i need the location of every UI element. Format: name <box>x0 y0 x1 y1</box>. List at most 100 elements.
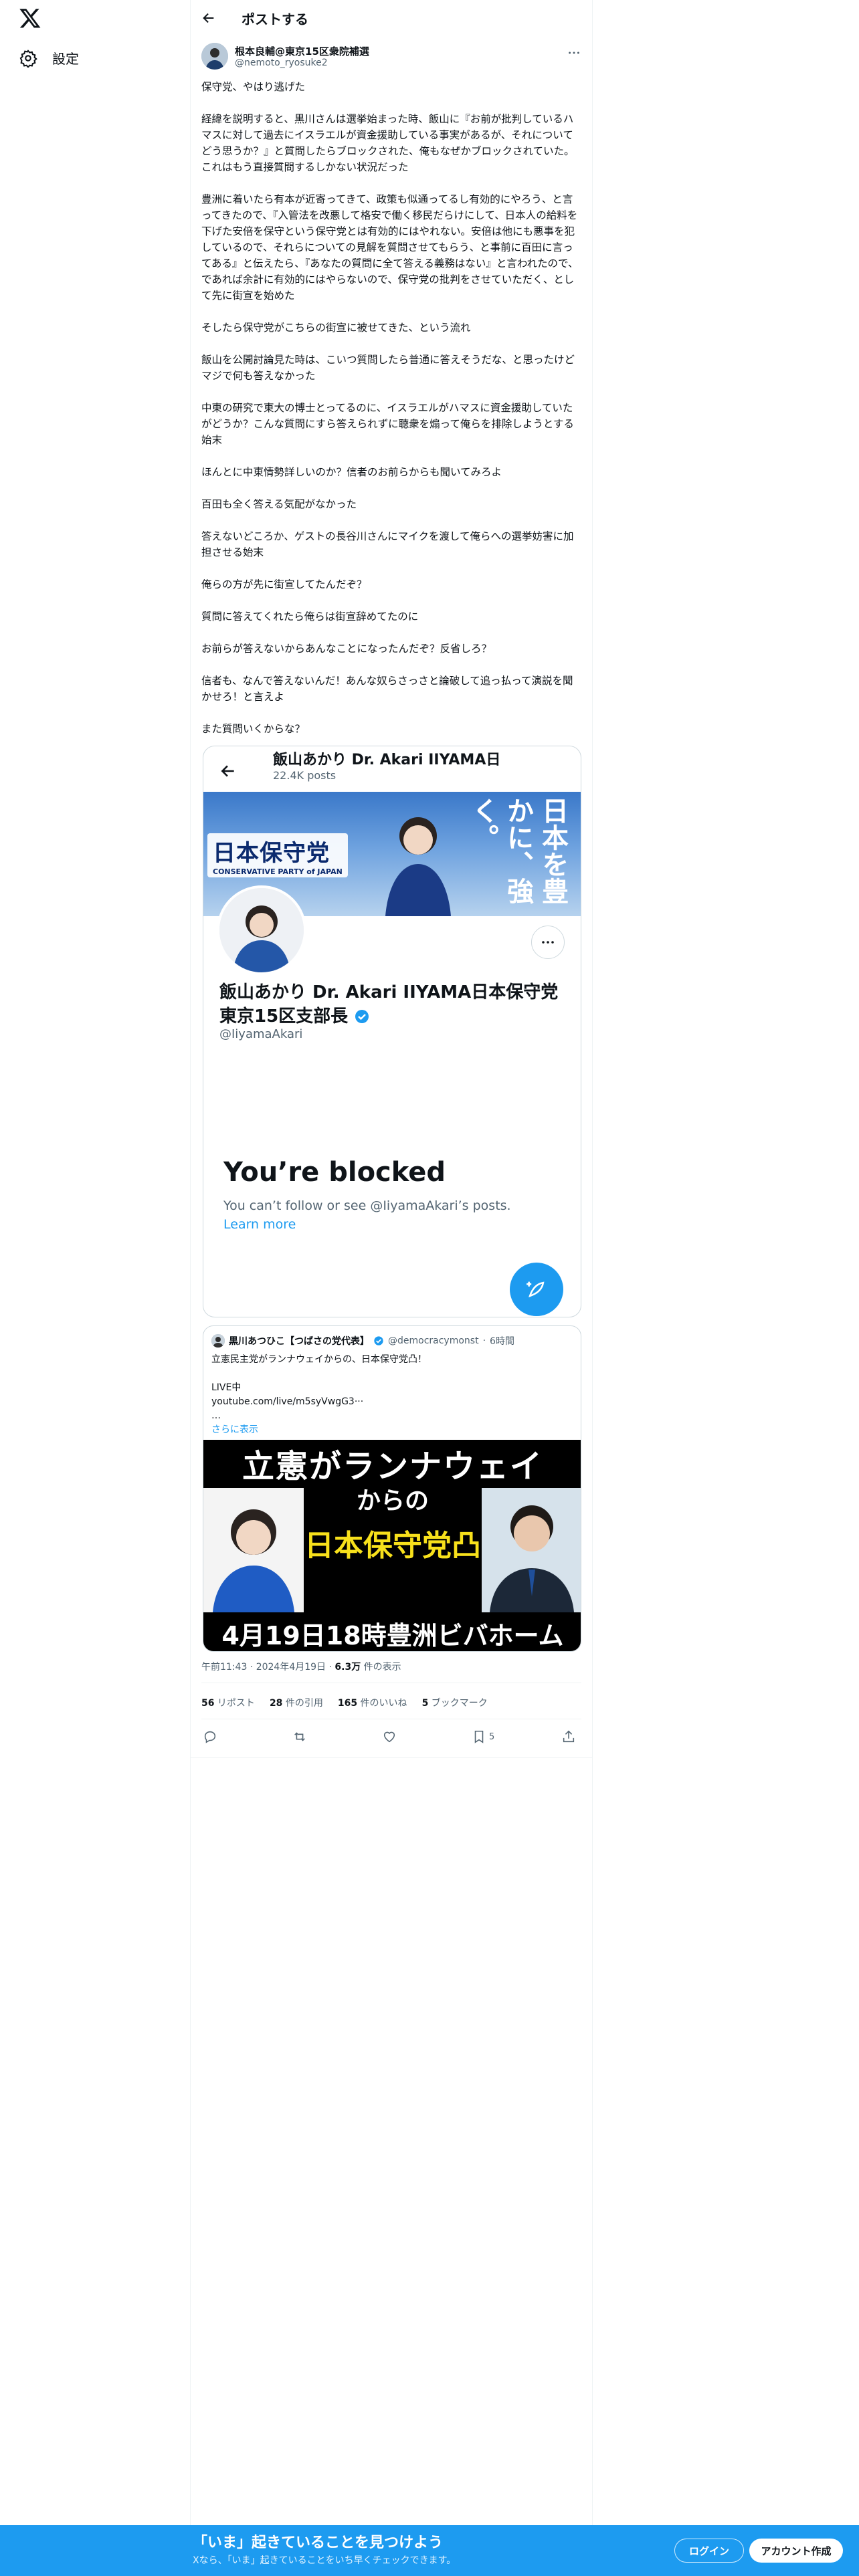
author-handle[interactable]: @nemoto_ryosuke2 <box>235 58 328 68</box>
quoted-line <box>211 1367 573 1381</box>
post-paragraph: 中東の研究で東大の博士とってるのに、イスラエルがハマスに資金援助していたがどうか… <box>201 402 574 446</box>
like-button[interactable] <box>382 1729 397 1744</box>
signup-banner: 「いま」起きていることを見つけよう Xなら、「いま」起きていることをいち早くチェ… <box>0 2525 859 2576</box>
party-logo: 日本保守党 CONSERVATIVE PARTY of JAPAN <box>207 833 348 877</box>
posts-count: 22.4K posts <box>273 769 337 782</box>
person-icon <box>201 43 228 70</box>
separator-dot: · <box>482 1335 486 1346</box>
post-paragraph: お前らが答えないからあんなことになったんだぞ？反省しろ？ <box>201 643 492 655</box>
show-more-link[interactable]: さらに表示 <box>211 1423 573 1437</box>
thumb-person-left <box>203 1488 304 1612</box>
blocked-title: You’re blocked <box>223 1157 446 1188</box>
post-timestamp[interactable]: 午前11:43 · 2024年4月19日 · <box>201 1662 335 1673</box>
blocked-subtitle: You can’t follow or see @IiyamaAkari’s p… <box>223 1198 511 1213</box>
profile-header: 飯山あかり Dr. Akari IIYAMA日 22.4K posts <box>203 746 581 792</box>
post-paragraph: 答えないどころか、ゲストの長谷川さんにマイクを渡して俺らへの選挙妨害に加担させる… <box>201 530 574 558</box>
thumb-line-4: 4月19日18時豊洲ビバホーム <box>221 1621 564 1650</box>
display-name-text: 飯山あかり Dr. Akari IIYAMA日本保守党東京15区支部長 <box>219 982 559 1027</box>
post-paragraph: ほんとに中東情勢詳しいのか？信者のお前らからも聞いてみろよ <box>201 466 502 478</box>
bookmarks-stat[interactable]: 5 ブックマーク <box>422 1696 488 1709</box>
profile-name: 飯山あかり Dr. Akari IIYAMA日 <box>273 752 501 768</box>
person-icon <box>211 1334 225 1348</box>
reply-button[interactable] <box>203 1729 217 1744</box>
reposts-label: リポスト <box>214 1698 255 1709</box>
create-account-button[interactable]: アカウント作成 <box>749 2539 843 2563</box>
bookmarks-count: 5 <box>421 1698 429 1709</box>
quoted-author-handle: @democracymonst <box>388 1335 479 1346</box>
post-paragraph: 飯山を公開討論見た時は、こいつ質問したら普通に答えそうだな、と思ったけどマジで何… <box>201 354 575 382</box>
quoted-post[interactable]: 黒川あつひこ【つばさの党代表】 @democracymonst · 6時間 立憲… <box>203 1325 581 1652</box>
main-column: ポストする 根本良輔@東京15区衆院補選 @nemoto_ryosuke2 保守… <box>190 0 593 2576</box>
banner-slogan: 日本を豊かに、強く。 <box>468 797 569 904</box>
post-paragraph: そしたら保守党がこちらの街宣に被せてきた、という流れ <box>201 322 471 334</box>
quoted-line: youtube.com/live/m5syVwgG3··· <box>211 1396 364 1407</box>
views-count: 6.3万 <box>335 1662 361 1673</box>
thumb-person-right <box>482 1488 581 1612</box>
quoted-text: 立憲民主党がランナウェイからの、日本保守党凸！ LIVE中 youtube.co… <box>211 1353 573 1437</box>
likes-label: 件のいいね <box>357 1698 407 1709</box>
quoted-avatar <box>211 1334 225 1348</box>
person-icon <box>203 1488 304 1612</box>
quoted-post-header: 黒川あつひこ【つばさの党代表】 @democracymonst · 6時間 <box>211 1334 514 1348</box>
quoted-author-name: 黒川あつひこ【つばさの党代表】 <box>229 1336 369 1347</box>
x-logo-icon[interactable] <box>19 7 41 29</box>
banner-title: 「いま」起きていることを見つけよう <box>193 2535 444 2551</box>
thumb-line-1: 立憲がランナウェイ <box>242 1448 543 1485</box>
left-rail: 設定 <box>0 0 190 2576</box>
party-name-en: CONSERVATIVE PARTY of JAPAN <box>213 867 343 876</box>
views-label: 件の表示 <box>361 1662 401 1673</box>
verified-badge-icon <box>355 1010 369 1023</box>
party-name-jp: 日本保守党 <box>213 840 330 867</box>
feather-plus-icon <box>527 1281 545 1297</box>
bookmark-button[interactable]: 5 <box>472 1729 494 1744</box>
repost-icon <box>294 1732 305 1741</box>
reposts-stat[interactable]: 56 リポスト <box>201 1696 255 1709</box>
thumb-line-3: 日本保守党凸 <box>304 1529 481 1563</box>
repost-button[interactable] <box>292 1729 307 1744</box>
settings-link[interactable]: 設定 <box>19 48 79 68</box>
gear-icon <box>19 49 37 68</box>
likes-stat[interactable]: 165 件のいいね <box>338 1696 407 1709</box>
post-paragraph: 豊洲に着いたら有本が近寄ってきて、政策も似通ってるし有効的にやろう、と言ってきた… <box>201 193 579 302</box>
top-bar: ポストする <box>191 0 592 36</box>
post-paragraph: 信者も、なんで答えないんだ！あんな奴らさっさと論破して追っ払って演説を聞かせろ！… <box>201 675 573 703</box>
share-button[interactable] <box>561 1729 576 1744</box>
post-paragraph: 俺らの方が先に街宣してたんだぞ？ <box>201 578 367 591</box>
divider <box>191 1757 592 1758</box>
profile-avatar <box>217 885 306 975</box>
bookmarks-label: ブックマーク <box>428 1698 488 1709</box>
more-icon[interactable] <box>567 45 581 60</box>
reposts-count: 56 <box>201 1698 215 1709</box>
profile-more-button <box>531 926 565 959</box>
banner-subtitle: Xなら、「いま」起きていることをいち早くチェックできます。 <box>193 2555 456 2566</box>
quotes-label: 件の引用 <box>282 1698 323 1709</box>
video-thumbnail[interactable]: 立憲がランナウェイ からの 日本保守党凸 4月19日18時豊洲ビバホーム <box>203 1440 581 1651</box>
post-paragraph: 質問に答えてくれたら俺らは街宣辞めてたのに <box>201 611 419 623</box>
back-arrow-icon[interactable] <box>201 11 216 25</box>
post-author: 根本良輔@東京15区衆院補選 @nemoto_ryosuke2 <box>201 41 581 71</box>
author-avatar[interactable] <box>201 43 228 70</box>
profile-handle: @IiyamaAkari <box>219 1027 303 1041</box>
settings-label: 設定 <box>52 51 79 67</box>
post-paragraph: 経緯を説明すると、黒川さんは選挙始まった時、飯山に『お前が批判しているハマスに対… <box>201 113 575 173</box>
page-title: ポストする <box>242 11 308 27</box>
post-paragraph: 百田も全く答える気配がなかった <box>201 498 357 510</box>
attached-screenshot[interactable]: 飯山あかり Dr. Akari IIYAMA日 22.4K posts 日本保守… <box>203 746 581 1317</box>
reply-icon <box>204 1731 216 1743</box>
more-icon <box>542 941 554 944</box>
learn-more-link: Learn more <box>223 1217 296 1232</box>
quoted-line: LIVE中 <box>211 1382 242 1393</box>
login-button[interactable]: ログイン <box>674 2539 744 2563</box>
quotes-stat[interactable]: 28 件の引用 <box>270 1696 323 1709</box>
author-name[interactable]: 根本良輔@東京15区衆院補選 <box>235 44 369 58</box>
quotes-count: 28 <box>269 1698 283 1709</box>
action-bar: 5 <box>201 1727 581 1749</box>
post-meta: 午前11:43 · 2024年4月19日 · 6.3万 件の表示 <box>201 1660 401 1673</box>
bookmark-icon <box>474 1730 484 1743</box>
post-paragraph: 保守党、やはり逃げた <box>201 81 306 93</box>
likes-count: 165 <box>337 1698 358 1709</box>
share-icon <box>563 1730 575 1743</box>
quoted-time: 6時間 <box>490 1336 514 1347</box>
quoted-line: … <box>211 1410 221 1421</box>
back-arrow-icon <box>221 765 234 777</box>
